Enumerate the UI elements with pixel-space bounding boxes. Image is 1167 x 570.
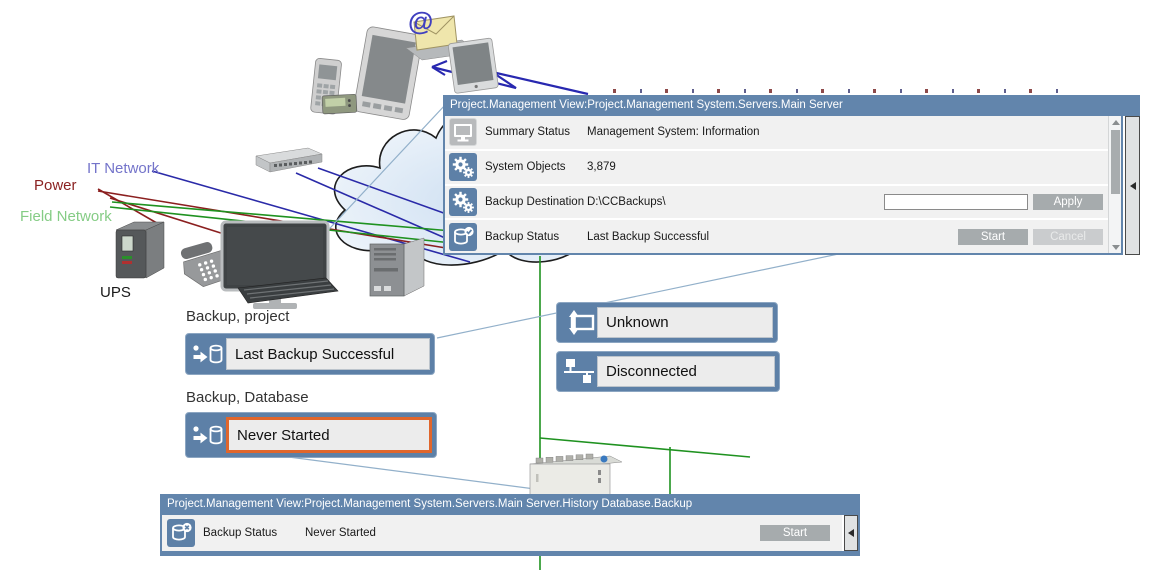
ups-device-icon <box>116 222 164 278</box>
row-label: Backup Status <box>203 527 305 539</box>
pda-icon <box>353 26 423 120</box>
ups-label: UPS <box>100 284 131 301</box>
screen-transfer-icon <box>561 308 597 338</box>
gears-icon <box>449 188 477 216</box>
it-network-label: IT Network <box>87 160 159 177</box>
start-button[interactable]: Start <box>760 525 830 541</box>
monitor-icon <box>449 118 477 146</box>
apply-button[interactable]: Apply <box>1033 194 1103 210</box>
backup-project-label: Backup, project <box>186 308 289 325</box>
tile-backup-database[interactable]: Never Started <box>185 412 437 458</box>
tile-disconnected[interactable]: Disconnected <box>556 351 780 392</box>
row-value: Never Started <box>305 527 760 539</box>
row-backup-status: Backup Status Last Backup Successful Sta… <box>445 220 1108 253</box>
obscured-text-remnants <box>613 89 1058 93</box>
backup-to-database-icon <box>190 420 226 450</box>
tile-backup-project-status: Last Backup Successful <box>226 338 430 370</box>
row-summary-status: Summary Status Management System: Inform… <box>445 116 1108 149</box>
tile-backup-database-status: Never Started <box>226 417 432 453</box>
tile-unknown[interactable]: Unknown <box>556 302 778 343</box>
network-nodes-icon <box>561 357 597 387</box>
tile-unknown-status: Unknown <box>597 307 773 338</box>
history-backup-popup: Project.Management View:Project.Manageme… <box>160 494 860 556</box>
database-check-icon <box>449 223 477 251</box>
cancel-button[interactable]: Cancel <box>1033 229 1103 245</box>
gears-icon <box>449 153 477 181</box>
row-system-objects: System Objects 3,879 <box>445 151 1108 184</box>
collapse-handle[interactable] <box>844 515 858 551</box>
row-label: Summary Status <box>485 126 587 138</box>
row-value: Management System: Information <box>587 126 1108 138</box>
row-value: D:\CCBackups\ <box>587 196 884 208</box>
tile-disconnected-status: Disconnected <box>597 356 775 387</box>
main-popup-titlebar[interactable]: Project.Management View:Project.Manageme… <box>443 95 1140 116</box>
row-value: Last Backup Successful <box>587 231 958 243</box>
field-network-label: Field Network <box>20 208 112 225</box>
tablet-icon <box>448 38 499 94</box>
network-switch-icon <box>256 148 322 172</box>
row-backup-destination: Backup Destination D:\CCBackups\ Apply <box>445 186 1108 219</box>
svg-text:@: @ <box>408 6 433 36</box>
row-history-backup-status: Backup Status Never Started Start <box>162 515 842 551</box>
backup-database-label: Backup, Database <box>186 389 309 406</box>
vertical-scrollbar[interactable] <box>1108 116 1121 253</box>
chevron-left-icon <box>1130 182 1136 190</box>
database-x-icon <box>167 519 195 547</box>
collapse-handle[interactable] <box>1125 116 1140 255</box>
backup-to-database-icon <box>190 339 226 369</box>
network-diagram: @ <box>0 0 1167 570</box>
chevron-left-icon <box>848 529 854 537</box>
pager-icon <box>322 94 357 114</box>
tower-pc-icon <box>370 238 424 296</box>
tile-backup-project[interactable]: Last Backup Successful <box>185 333 435 375</box>
scroll-down-arrow-icon[interactable] <box>1109 241 1122 253</box>
scada-backup-view: @ <box>0 0 1167 570</box>
row-label: Backup Status <box>485 231 587 243</box>
history-popup-titlebar[interactable]: Project.Management View:Project.Manageme… <box>162 494 858 515</box>
row-label: Backup Destination <box>485 196 587 208</box>
start-button[interactable]: Start <box>958 229 1028 245</box>
scrollbar-thumb[interactable] <box>1111 130 1120 194</box>
row-value: 3,879 <box>587 161 1108 173</box>
backup-destination-input[interactable] <box>884 194 1028 210</box>
row-label: System Objects <box>485 161 587 173</box>
scroll-up-arrow-icon[interactable] <box>1109 116 1122 128</box>
main-server-popup: Project.Management View:Project.Manageme… <box>443 95 1140 255</box>
power-label: Power <box>34 177 77 194</box>
